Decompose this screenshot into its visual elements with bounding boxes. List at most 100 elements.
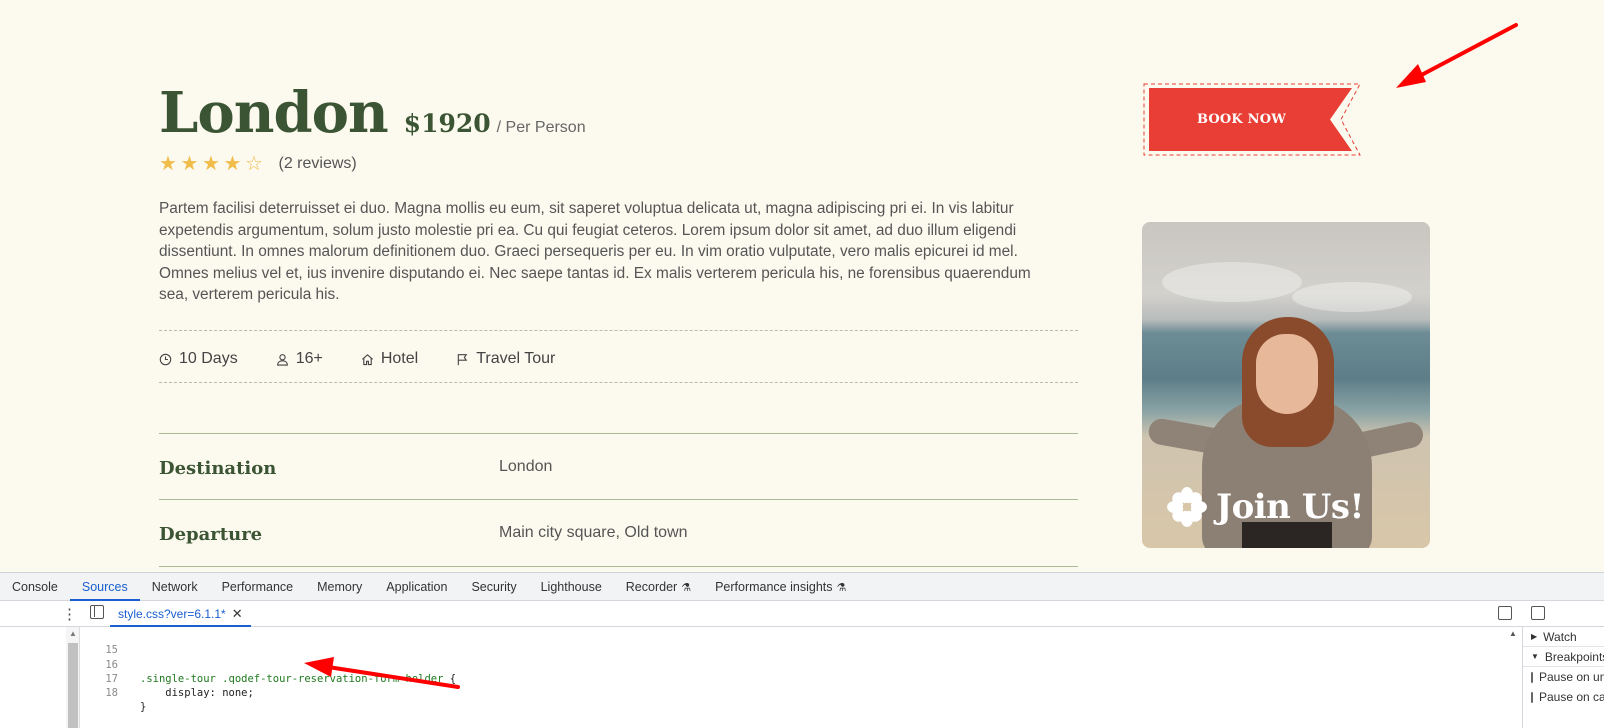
tab-label: Sources	[81, 579, 128, 594]
meta-duration: 10 Days	[159, 350, 238, 368]
more-options-icon[interactable]: ⋮	[62, 605, 77, 623]
meta-tour-type: Travel Tour	[456, 350, 555, 368]
annotation-arrow	[1396, 23, 1518, 88]
tab-label: Performance insights	[715, 579, 833, 594]
dashed-divider	[159, 330, 1078, 331]
tab-label: Console	[12, 579, 58, 594]
devtools-file-bar: ⋮ style.css?ver=6.1.1* ✕	[0, 601, 1604, 627]
spec-divider	[159, 566, 1078, 567]
code-line: 18 }	[82, 672, 1502, 713]
star-full-icon: ★	[202, 153, 220, 175]
pause-caught-option[interactable]: Pause on caught exceptions	[1523, 687, 1604, 707]
code-line: 16 .single-tour .qodef-tour-reservation-…	[82, 643, 1502, 685]
tab-performance[interactable]: Performance	[210, 573, 306, 601]
book-now-holder: BOOK NOW	[1142, 82, 1363, 157]
tab-memory[interactable]: Memory	[305, 573, 374, 601]
devtools-panel: Console Sources Network Performance Memory Ap…	[0, 572, 1604, 728]
section-label: Breakpoints	[1544, 649, 1604, 664]
open-file-name: style.css?ver=6.1.1*	[118, 607, 226, 621]
option-label: Pause on caught exceptions	[1539, 690, 1604, 704]
open-file-tab[interactable]: style.css?ver=6.1.1* ✕	[110, 601, 251, 627]
star-full-icon: ★	[180, 153, 199, 175]
photo-shape	[1256, 334, 1318, 414]
cloud-shape	[1162, 262, 1302, 302]
tab-recorder[interactable]: Recorder ⚗	[614, 573, 703, 601]
clock-icon	[159, 353, 172, 365]
watch-section[interactable]: ▶ Watch	[1523, 627, 1604, 647]
code-line: 17 display: none;	[82, 658, 1502, 699]
tab-label: Security	[471, 579, 517, 594]
flag-icon	[457, 353, 468, 365]
tab-label: Performance	[221, 579, 294, 594]
spec-label-departure: Departure	[159, 524, 263, 545]
section-label: Watch	[1543, 629, 1577, 644]
scroll-up-icon[interactable]: ▲	[69, 629, 77, 638]
title-row: London $1920 / Per Person	[159, 80, 586, 146]
star-full-icon: ★	[223, 153, 242, 175]
meta-label: 16+	[295, 350, 323, 367]
join-us-banner[interactable]: Join Us!	[1142, 222, 1430, 548]
checkbox[interactable]	[1531, 691, 1533, 703]
debugger-sidebar: ▶ Watch ▼ Breakpoints Pause on uncaught ex…	[1522, 627, 1604, 728]
flower-icon	[1167, 487, 1207, 527]
scroll-thumb[interactable]	[68, 643, 78, 728]
editor-right-scrollbar[interactable]: ▲	[1506, 627, 1520, 728]
spec-value-destination: London	[499, 458, 553, 475]
breakpoints-section[interactable]: ▼ Breakpoints	[1523, 647, 1604, 667]
checkbox[interactable]	[1531, 671, 1533, 683]
toggle-debugger-icon[interactable]	[1498, 606, 1512, 620]
book-now-label: BOOK NOW	[1196, 112, 1287, 127]
tour-meta: 10 Days 16+ Hotel Travel Tour	[159, 346, 593, 372]
meta-accommodation: Hotel	[361, 350, 418, 368]
spec-divider	[159, 499, 1078, 500]
star-empty-icon: ☆	[245, 153, 263, 175]
tab-lighthouse[interactable]: Lighthouse	[529, 573, 614, 601]
star-rating: ★ ★ ★ ★ ☆	[159, 153, 267, 175]
flask-icon: ⚗	[836, 581, 847, 594]
css-property: display	[140, 687, 210, 700]
meta-label: Travel Tour	[476, 350, 556, 367]
tour-title: London	[159, 80, 389, 146]
tab-network[interactable]: Network	[140, 573, 210, 601]
home-icon	[361, 353, 373, 365]
expand-icon: ▶	[1531, 631, 1538, 641]
user-icon	[276, 353, 288, 366]
tab-label: Memory	[317, 579, 363, 594]
meta-label: 10 Days	[179, 350, 238, 367]
tab-label: Application	[386, 579, 448, 594]
scroll-up-icon[interactable]: ▲	[1509, 629, 1517, 638]
flask-icon: ⚗	[681, 581, 692, 594]
option-label: Pause on uncaught exceptions	[1539, 670, 1604, 684]
tab-security[interactable]: Security	[459, 573, 528, 601]
tab-label: Recorder	[625, 579, 678, 594]
promo-title: Join Us!	[1166, 486, 1364, 528]
pause-uncaught-option[interactable]: Pause on uncaught exceptions	[1523, 667, 1604, 687]
tour-price: $1920	[403, 109, 491, 138]
dashed-divider	[159, 382, 1078, 383]
tab-sources[interactable]: Sources	[69, 573, 140, 601]
tab-label: Lighthouse	[540, 579, 602, 594]
cloud-shape	[1292, 282, 1412, 312]
meta-label: Hotel	[380, 350, 419, 367]
tab-performance-insights[interactable]: Performance insights ⚗	[703, 573, 858, 601]
tour-description: Partem facilisi deterruisset ei duo. Mag…	[159, 200, 1031, 304]
editor-scrollbar[interactable]: ▲	[66, 627, 80, 728]
line-number: 18	[105, 687, 118, 700]
tour-page: London $1920 / Per Person ★ ★ ★ ★ ☆ (2 revie…	[0, 0, 1604, 572]
rating-row: ★ ★ ★ ★ ☆ (2 reviews)	[159, 153, 357, 175]
close-icon[interactable]: ✕	[232, 606, 243, 621]
tab-label: Network	[151, 579, 198, 594]
pause-icon[interactable]	[1531, 606, 1545, 620]
promo-text: Join Us!	[1216, 487, 1364, 527]
book-now-button[interactable]: BOOK NOW	[1142, 82, 1363, 157]
spec-label-destination: Destination	[159, 458, 277, 479]
spec-value-departure: Main city square, Old town	[499, 524, 688, 541]
reviews-link[interactable]: (2 reviews)	[279, 155, 357, 173]
tab-console[interactable]: Console	[0, 573, 70, 601]
code-editor[interactable]: 15 16 .single-tour .qodef-tour-reservati…	[82, 629, 1502, 728]
toggle-navigator-icon[interactable]	[90, 605, 104, 619]
meta-age: 16+	[276, 350, 323, 368]
devtools-tabs: Console Sources Network Performance Memory Ap…	[0, 573, 1604, 601]
star-full-icon: ★	[159, 153, 177, 175]
tab-application[interactable]: Application	[374, 573, 459, 601]
